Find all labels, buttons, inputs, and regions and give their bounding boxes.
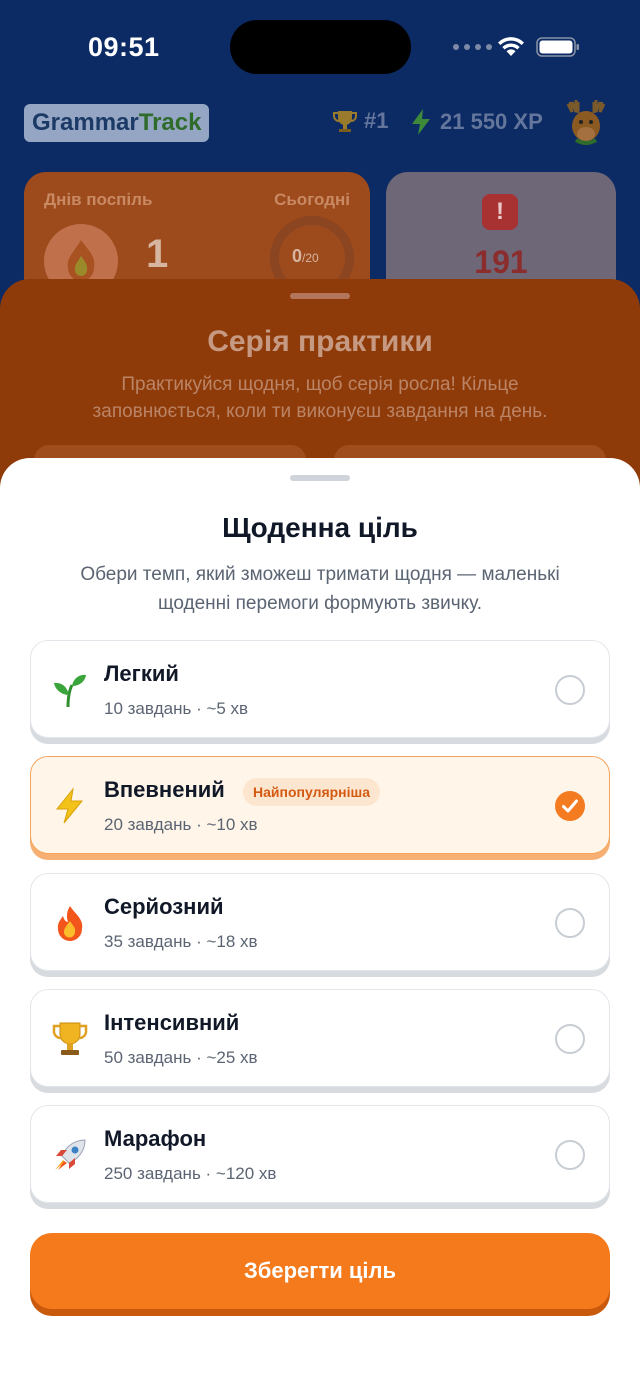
radio-button-checked[interactable]	[555, 791, 585, 821]
trophy-icon	[52, 1022, 88, 1055]
popular-badge: Найпопулярніша	[243, 778, 380, 806]
goal-option-meta: 20 завдань · ~10 хв	[104, 815, 258, 834]
app-logo: GrammarTrack	[24, 104, 210, 142]
mistakes-value: 191	[474, 244, 528, 280]
goal-option-meta: 10 завдань · ~5 хв	[104, 699, 249, 718]
status-bar: 09:51	[0, 0, 640, 96]
sheet-grabber[interactable]	[290, 475, 350, 481]
goal-option-name: Впевнений	[104, 777, 225, 802]
xp-indicator[interactable]: 21 550 XP	[410, 108, 543, 136]
cellular-signal-icon	[453, 44, 492, 50]
wifi-icon	[498, 37, 524, 56]
daily-progress-value: 0	[292, 246, 303, 266]
goal-option-meta: 250 завдань · ~120 хв	[104, 1164, 277, 1183]
save-goal-button[interactable]: Зберегти ціль	[30, 1233, 610, 1309]
goal-option-meta: 35 завдань · ~18 хв	[104, 932, 258, 951]
goal-option-meta: 50 завдань · ~25 хв	[104, 1048, 258, 1067]
goal-option-serious[interactable]: Серйозний 35 завдань · ~18 хв	[30, 873, 610, 971]
rank-value: #1	[364, 108, 389, 133]
xp-value: 21 550 XP	[440, 109, 543, 134]
goal-sheet-title: Щоденна ціль	[222, 512, 418, 543]
today-label: Сьогодні	[274, 190, 350, 209]
streak-value: 1	[146, 232, 169, 276]
goal-option-confident[interactable]: Впевнений Найпопулярніша 20 завдань · ~1…	[30, 756, 610, 854]
goal-option-name: Інтенсивний	[104, 1010, 240, 1035]
logo-text-grammar: Grammar	[32, 109, 139, 136]
goal-option-name: Легкий	[104, 661, 179, 686]
radio-button[interactable]	[555, 1140, 585, 1170]
moose-avatar-icon[interactable]	[562, 98, 610, 146]
alert-icon: !	[482, 194, 518, 230]
trophy-icon	[333, 111, 357, 132]
fire-icon	[57, 906, 83, 941]
streak-sheet-title: Серія практики	[207, 325, 433, 358]
lightning-icon	[55, 787, 84, 824]
goal-option-name: Марафон	[104, 1126, 207, 1151]
lightning-icon	[412, 109, 430, 135]
goal-option-name: Серйозний	[104, 894, 224, 919]
radio-button[interactable]	[555, 675, 585, 705]
sheet-grabber[interactable]	[290, 293, 350, 299]
daily-progress-total: /20	[302, 251, 319, 265]
sprout-icon	[54, 674, 86, 708]
streak-sheet-description: Практикуйся щодня, щоб серія росла! Кіль…	[92, 374, 548, 422]
daily-progress-text: 0/20	[292, 246, 319, 267]
status-time: 09:51	[88, 32, 160, 62]
rank-indicator[interactable]: #1	[332, 108, 388, 134]
logo-text-track: Track	[138, 109, 202, 136]
goal-option-marathon[interactable]: Марафон 250 завдань · ~120 хв	[30, 1105, 610, 1203]
dynamic-island	[230, 20, 411, 74]
battery-icon	[536, 37, 579, 57]
streak-label: Днів поспіль	[44, 190, 153, 209]
goal-option-intensive[interactable]: Інтенсивний 50 завдань · ~25 хв	[30, 989, 610, 1087]
checkmark-icon	[562, 799, 578, 813]
app-header: GrammarTrack #1 21 550 XP	[0, 98, 640, 150]
rocket-icon	[55, 1139, 86, 1170]
goal-option-easy[interactable]: Легкий 10 завдань · ~5 хв	[30, 640, 610, 738]
radio-button[interactable]	[555, 908, 585, 938]
daily-goal-sheet: Щоденна ціль Обери темп, який зможеш три…	[0, 458, 640, 1390]
radio-button[interactable]	[555, 1024, 585, 1054]
goal-sheet-description: Обери темп, який зможеш тримати щодня — …	[80, 564, 560, 614]
